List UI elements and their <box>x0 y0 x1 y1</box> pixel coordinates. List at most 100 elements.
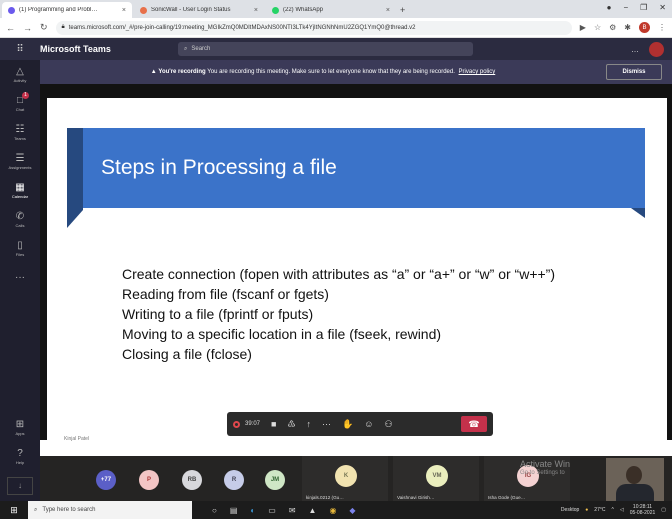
rail-label: Calendar <box>11 193 29 199</box>
participant-avatar[interactable]: JM <box>265 470 285 490</box>
edge-icon[interactable]: ◐ <box>250 506 255 515</box>
new-tab-button[interactable]: + <box>400 5 405 15</box>
tab-title: (22) WhatsApp <box>283 7 324 13</box>
search-placeholder: Search <box>191 46 211 52</box>
rail-label: Assignments <box>8 164 32 170</box>
reload-icon[interactable]: ↻ <box>40 22 48 33</box>
browser-tab[interactable]: (22) WhatsApp × <box>266 2 396 18</box>
reactions-icon[interactable]: ☺ <box>364 419 373 429</box>
rail-label: Files <box>15 251 25 257</box>
participant-tile[interactable]: K kinjals.0212 (Gu… <box>302 456 388 501</box>
participant-name: Vaishnavi Girish… <box>397 495 435 500</box>
participant-avatar[interactable]: P <box>139 470 159 490</box>
task-view-icon[interactable]: ○ <box>212 506 217 515</box>
dismiss-button[interactable]: Dismiss <box>606 64 662 80</box>
rail-item-teams[interactable]: ☷ Teams <box>0 118 40 147</box>
rail-item-apps[interactable]: ⊞ Apps <box>0 413 40 442</box>
address-bar[interactable]: 🔒︎ teams.microsoft.com/_#/pre-join-calli… <box>55 20 572 35</box>
mail-icon[interactable]: ✉ <box>289 506 296 515</box>
chat-icon: □ 1 <box>17 91 30 106</box>
notifications-icon[interactable]: ▢ <box>661 507 666 513</box>
leave-call-button[interactable]: ☎ <box>461 416 487 432</box>
rail-item-assignments[interactable]: ☰ Assignments <box>0 147 40 176</box>
overflow-participants-badge[interactable]: +77 <box>96 470 116 490</box>
download-icon[interactable]: ↓ <box>7 477 33 495</box>
forward-icon[interactable]: → <box>23 23 32 33</box>
rail-bottom: ⊞ Apps ? Help ↓ <box>0 413 40 501</box>
back-icon[interactable]: ← <box>6 23 15 33</box>
extension-icon[interactable]: ⚙ <box>609 23 616 32</box>
rail-label: Help <box>15 459 25 465</box>
profile-avatar[interactable]: B <box>639 22 650 33</box>
user-avatar[interactable] <box>649 41 664 57</box>
rail-label: Teams <box>14 135 26 141</box>
apps-icon: ⊞ <box>15 418 25 430</box>
rail-item-chat[interactable]: □ 1 Chat <box>0 89 40 118</box>
raise-hand-icon[interactable]: ✋ <box>342 419 353 430</box>
banner-fold-right <box>631 208 645 218</box>
taskbar-apps: ○ ▤ ◐ ▭ ✉ ▲ ◉ ◆ <box>212 506 356 515</box>
window-controls: ● − ❐ ✕ <box>607 3 666 12</box>
participant-tile[interactable]: VM Vaishnavi Girish… <box>393 456 479 501</box>
app-launcher-icon[interactable]: ⠿ <box>0 44 40 55</box>
rail-item-files[interactable]: ▯ Files <box>0 234 40 263</box>
taskbar-search-input[interactable]: ⌕ Type here to search <box>28 501 192 519</box>
search-input[interactable]: ⌕ Search <box>178 42 473 56</box>
presenter-name: Kinjal Patel <box>64 436 90 442</box>
video-person-body <box>616 484 654 501</box>
bookmark-star-icon[interactable]: ☆ <box>594 23 601 32</box>
tab-title: SonicWall - User Login Status <box>151 7 231 13</box>
rail-label: Chat <box>15 106 25 112</box>
store-icon[interactable]: ▭ <box>268 506 276 515</box>
tab-favicon-icon <box>8 6 15 14</box>
file-explorer-icon[interactable]: ▤ <box>230 506 238 515</box>
tab-title: (1) Programming and Probl… <box>19 7 98 13</box>
mic-off-icon[interactable]: ♳ <box>287 419 295 430</box>
browser-tab[interactable]: (1) Programming and Probl… × <box>2 2 132 18</box>
photos-icon[interactable]: ▲ <box>309 506 317 515</box>
notification-badge: 1 <box>22 91 30 99</box>
slide-title: Steps in Processing a file <box>101 156 337 179</box>
volume-icon[interactable]: ◁ <box>620 507 624 513</box>
extensions-puzzle-icon[interactable]: ✱ <box>624 23 631 32</box>
rail-item-more[interactable]: ··· <box>0 263 40 292</box>
bell-icon: △ <box>16 65 24 77</box>
self-video[interactable] <box>606 458 664 501</box>
rail-item-calls[interactable]: ✆ Calls <box>0 205 40 234</box>
participant-avatar[interactable]: RB <box>182 470 202 490</box>
participant-avatar[interactable]: R <box>224 470 244 490</box>
clock-date: 05-08-2021 <box>629 510 656 516</box>
teams-icon: ☷ <box>15 123 25 135</box>
lock-icon: 🔒︎ <box>61 24 65 30</box>
maximize-icon[interactable]: ❐ <box>640 3 647 12</box>
rail-item-calendar[interactable]: ▦ Calendar <box>0 176 40 205</box>
more-actions-icon[interactable]: ··· <box>322 419 331 429</box>
teams-taskbar-icon[interactable]: ◆ <box>349 506 355 515</box>
tab-favicon-icon <box>272 6 279 14</box>
browser-tab[interactable]: SonicWall - User Login Status × <box>134 2 264 18</box>
clock[interactable]: 10:28:11 05-08-2021 <box>630 504 656 516</box>
windows-start-icon[interactable]: ⊞ <box>0 505 28 516</box>
participants-icon[interactable]: ⚇ <box>384 419 392 430</box>
browser-menu-icon[interactable]: ⋮ <box>658 23 666 32</box>
rail-item-help[interactable]: ? Help <box>0 442 40 471</box>
tab-close-icon[interactable]: × <box>122 7 126 14</box>
share-screen-icon[interactable]: ↑ <box>307 419 312 429</box>
watermark-title: Activate Win <box>520 459 571 469</box>
privacy-policy-link[interactable]: Privacy policy <box>459 69 496 75</box>
tab-close-icon[interactable]: × <box>254 7 258 14</box>
more-options-icon[interactable]: … <box>631 45 639 54</box>
rail-label: Apps <box>15 430 25 436</box>
minimize-icon[interactable]: − <box>623 3 628 12</box>
camera-off-icon[interactable]: ■ <box>271 419 276 429</box>
tray-chevron-icon[interactable]: ^ <box>611 507 613 513</box>
assignments-icon: ☰ <box>15 152 25 164</box>
desktop-label[interactable]: Desktop <box>561 507 579 513</box>
chrome-icon[interactable]: ◉ <box>329 506 336 515</box>
search-icon: ⌕ <box>184 45 188 52</box>
tab-close-icon[interactable]: × <box>386 7 390 14</box>
close-icon[interactable]: ✕ <box>659 3 666 12</box>
cast-icon[interactable]: ▶ <box>580 23 586 32</box>
rail-item-activity[interactable]: △ Activity <box>0 60 40 89</box>
slide-bullet: Create connection (fopen with attributes… <box>122 266 556 282</box>
